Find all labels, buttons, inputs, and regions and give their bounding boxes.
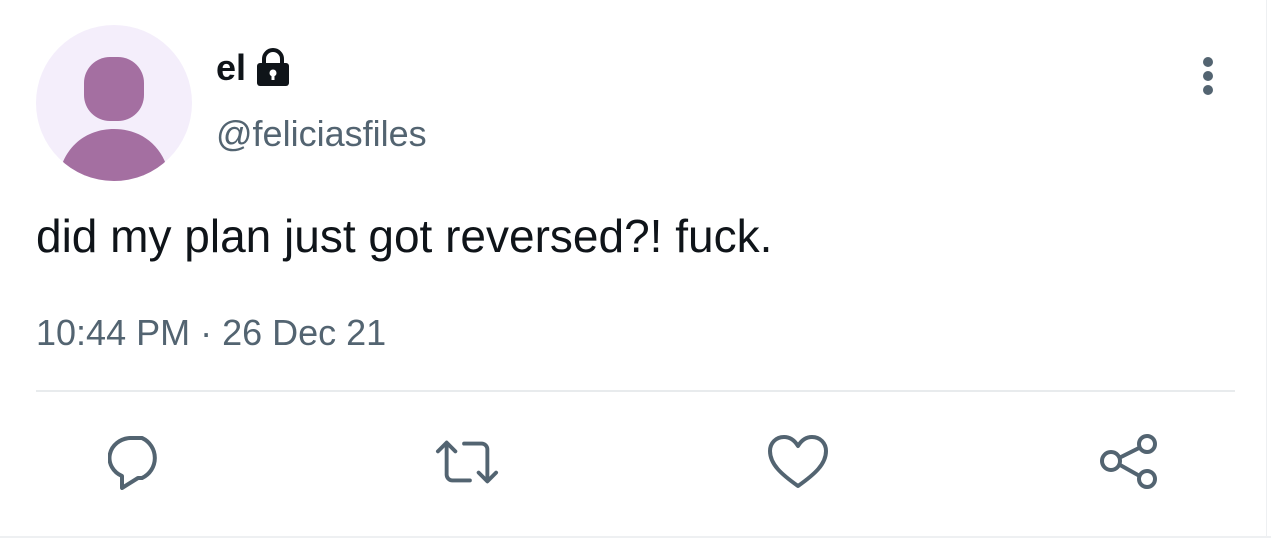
meta-separator: · <box>200 312 213 353</box>
avatar[interactable] <box>36 25 192 181</box>
retweet-icon <box>435 440 499 484</box>
tweet-date: 26 Dec 21 <box>222 312 387 353</box>
like-button[interactable] <box>766 430 830 494</box>
share-icon <box>1100 434 1157 489</box>
reply-button[interactable] <box>106 430 170 494</box>
more-options-button[interactable] <box>1186 52 1230 100</box>
more-vertical-icon <box>1203 57 1213 95</box>
tweet-text: did my plan just got reversed?! fuck. <box>36 210 773 262</box>
right-border <box>1266 0 1267 538</box>
author-name-row: el <box>216 44 292 92</box>
share-button[interactable] <box>1097 430 1161 494</box>
bottom-border <box>0 536 1271 538</box>
retweet-button[interactable] <box>435 430 499 494</box>
reply-icon <box>108 436 157 490</box>
default-avatar-icon <box>58 57 170 181</box>
tweet-card: el @feliciasfiles did my plan just got r… <box>0 0 1271 555</box>
tweet-timestamp[interactable]: 10:44 PM · 26 Dec 21 <box>36 311 386 354</box>
tweet-time: 10:44 PM <box>36 312 191 353</box>
author-handle[interactable]: @feliciasfiles <box>216 112 427 155</box>
heart-icon <box>768 435 828 488</box>
divider <box>36 390 1235 392</box>
lock-icon <box>254 48 292 88</box>
display-name[interactable]: el <box>216 50 246 86</box>
